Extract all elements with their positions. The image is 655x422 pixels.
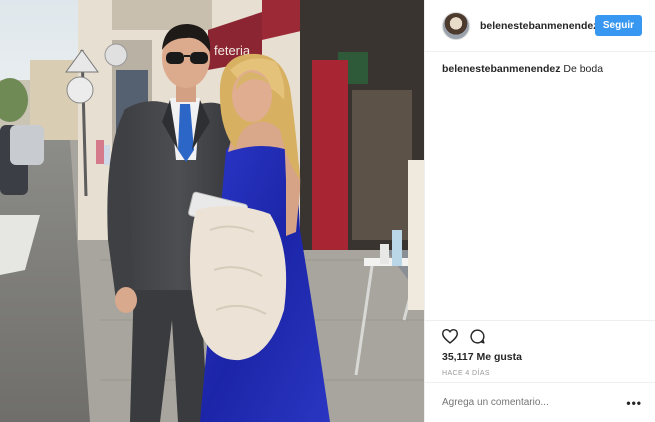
- post-side-panel: belenestebanmenendez Seguir belenesteban…: [424, 0, 655, 422]
- post-actions: 35,117 Me gusta HACE 4 DÍAS: [425, 320, 655, 377]
- heart-icon[interactable]: [441, 328, 459, 345]
- caption-username[interactable]: belenestebanmenendez: [442, 63, 560, 75]
- follow-button[interactable]: Seguir: [594, 15, 642, 36]
- post-photo[interactable]: feteria: [0, 0, 424, 422]
- more-options-icon[interactable]: •••: [626, 396, 642, 410]
- comment-icon[interactable]: [469, 328, 486, 345]
- post-header: belenestebanmenendez Seguir: [425, 0, 655, 52]
- likes-count[interactable]: 35,117 Me gusta: [442, 351, 522, 363]
- header-username[interactable]: belenestebanmenendez: [480, 20, 595, 32]
- comment-input[interactable]: [442, 397, 627, 408]
- action-icons: [441, 328, 486, 345]
- post-timestamp[interactable]: HACE 4 DÍAS: [442, 370, 490, 377]
- post-caption: belenestebanmenendez De boda: [442, 63, 642, 75]
- avatar[interactable]: [442, 11, 470, 40]
- wedding-photo-illustration: feteria: [0, 0, 424, 422]
- comment-bar: •••: [425, 382, 655, 422]
- caption-text: De boda: [563, 63, 604, 75]
- instagram-post: feteria belenestebanmenendez Seguir bele…: [0, 0, 655, 422]
